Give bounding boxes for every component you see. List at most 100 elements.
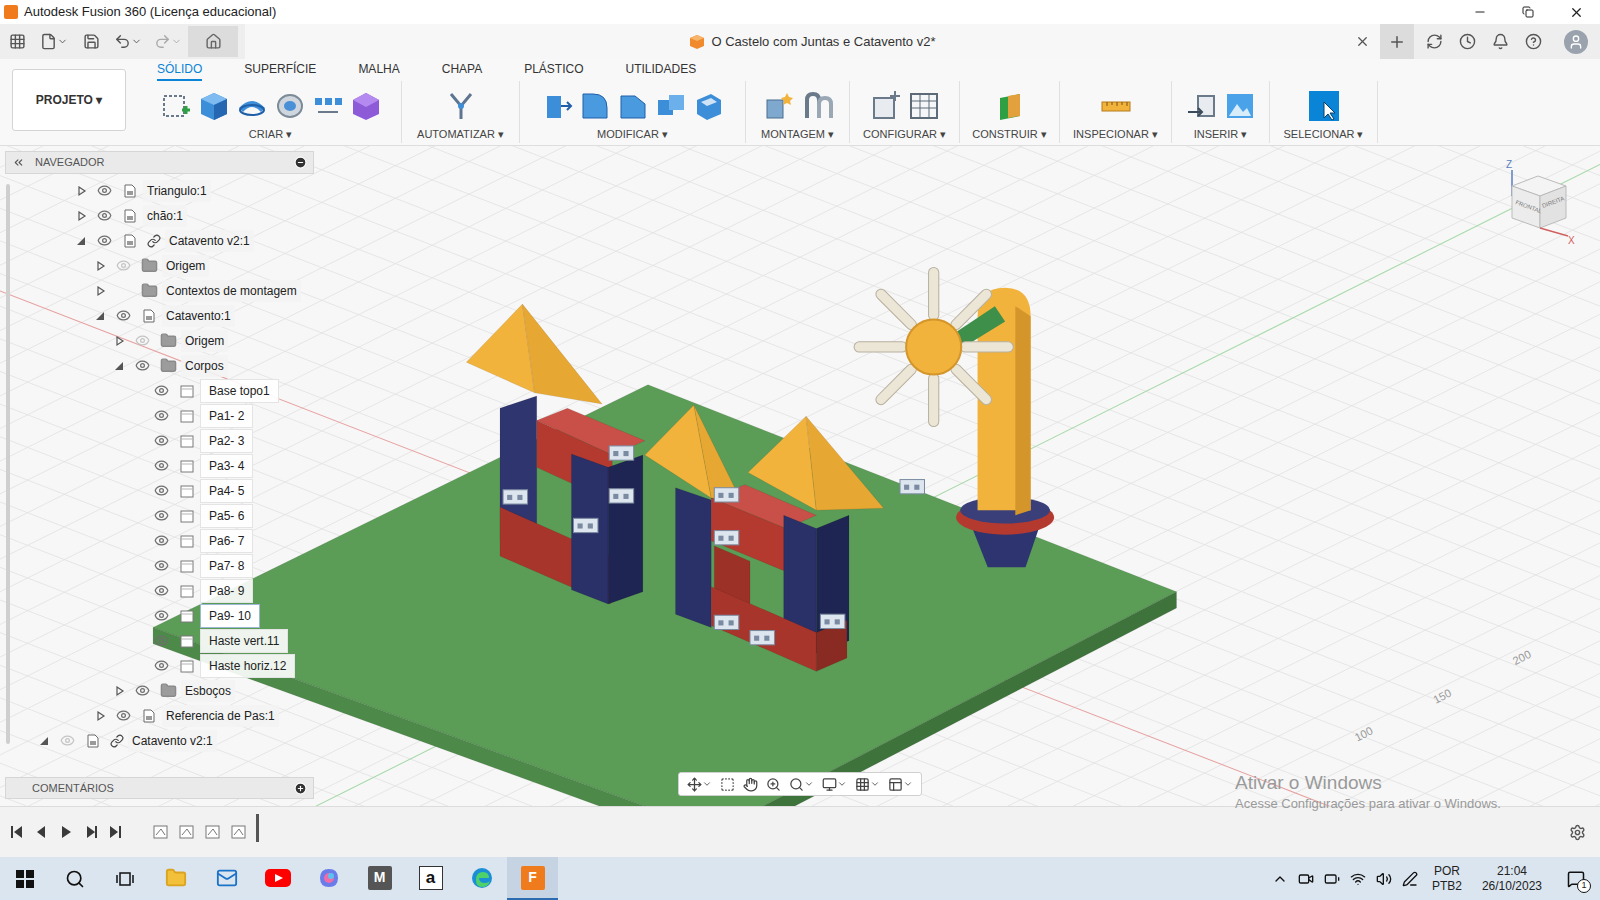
visible-eye-icon[interactable] (97, 233, 112, 248)
table-icon[interactable] (908, 90, 940, 122)
taskbar-app[interactable] (150, 857, 201, 900)
tree-item[interactable]: Pa1- 2 (5, 403, 314, 428)
ribbon-group-label[interactable]: MODIFICAR ▾ (597, 125, 668, 143)
tree-item[interactable]: Haste vert.11 (5, 628, 314, 653)
tree-item[interactable]: Pa5- 6 (5, 503, 314, 528)
timeline-feature-icon[interactable] (204, 823, 222, 841)
tree-item[interactable]: Base topo1 (5, 378, 314, 403)
visible-eye-icon[interactable] (97, 183, 112, 198)
visible-eye-icon[interactable] (135, 358, 150, 373)
taskbar-app[interactable] (456, 857, 507, 900)
visible-eye-icon[interactable] (154, 558, 169, 573)
youtube-icon[interactable] (265, 868, 291, 888)
select-icon[interactable] (1308, 90, 1340, 122)
close-tab-icon[interactable] (1355, 34, 1370, 49)
hidden-eye-icon[interactable] (60, 733, 75, 748)
job-status-icon[interactable] (1459, 33, 1476, 50)
ribbon-tab[interactable]: CHAPA (442, 60, 482, 81)
document-tab[interactable]: O Castelo com Juntas e Catavento v2* (245, 24, 1380, 59)
tree-item[interactable]: Haste horiz.12 (5, 653, 314, 678)
newcomp-icon[interactable] (763, 90, 795, 122)
tree-item[interactable]: Origem (5, 328, 314, 353)
ribbon-tab[interactable]: SUPERFÍCIE (244, 60, 316, 81)
home-button[interactable] (188, 26, 238, 57)
viewports-icon[interactable] (888, 777, 903, 792)
battery-icon[interactable] (1324, 871, 1340, 887)
params-icon[interactable] (870, 90, 902, 122)
file-menu-button[interactable] (34, 33, 74, 50)
revolve-icon[interactable] (236, 90, 268, 122)
plane-icon[interactable] (994, 90, 1026, 122)
tree-item[interactable]: Pa6- 7 (5, 528, 314, 553)
help-icon[interactable] (1525, 33, 1542, 50)
ribbon-group-label[interactable]: AUTOMATIZAR ▾ (417, 125, 504, 143)
search-button[interactable] (50, 857, 100, 900)
taskbar-app[interactable] (303, 857, 354, 900)
image-icon[interactable] (1224, 90, 1256, 122)
pen-icon[interactable] (1402, 871, 1418, 887)
timeline-feature-icon[interactable] (152, 823, 170, 841)
joint-icon[interactable] (801, 90, 833, 122)
collapsed-arrow-icon[interactable] (92, 260, 110, 272)
wifi-icon[interactable] (1350, 871, 1366, 887)
automate-icon[interactable] (445, 90, 477, 122)
task-view-button[interactable] (100, 857, 150, 900)
expanded-arrow-icon[interactable] (73, 235, 91, 247)
taskbar-app[interactable]: a (405, 857, 456, 900)
collapsed-arrow-icon[interactable] (111, 685, 129, 697)
collapsed-arrow-icon[interactable] (92, 710, 110, 722)
show-hidden-icons-icon[interactable] (1272, 871, 1288, 887)
visible-eye-icon[interactable] (154, 408, 169, 423)
sync-icon[interactable] (1426, 33, 1443, 50)
tree-item[interactable]: Referencia de Pas:1 (5, 703, 314, 728)
ribbon-group-label[interactable]: INSPECIONAR ▾ (1073, 125, 1158, 143)
timeline-settings-icon[interactable] (1569, 824, 1586, 841)
ribbon-tab[interactable]: PLÁSTICO (524, 60, 583, 81)
amazon-app-icon[interactable]: a (419, 866, 443, 890)
go-to-start-icon[interactable] (8, 824, 24, 840)
look-at-icon[interactable] (720, 777, 735, 792)
new-tab-button[interactable] (1380, 24, 1414, 59)
tree-item[interactable]: Pa8- 9 (5, 578, 314, 603)
collapsed-arrow-icon[interactable] (73, 185, 91, 197)
visible-eye-icon[interactable] (154, 483, 169, 498)
save-button[interactable] (74, 33, 108, 50)
tree-item[interactable]: Triangulo:1 (5, 178, 314, 203)
ribbon-tab[interactable]: MALHA (358, 60, 399, 81)
ribbon-tab[interactable]: SÓLIDO (157, 60, 202, 81)
collapse-panel-icon[interactable] (12, 156, 25, 169)
pan-icon[interactable] (743, 777, 758, 792)
tree-item[interactable]: Esboços (5, 678, 314, 703)
orbit-icon[interactable] (687, 777, 702, 792)
add-comment-icon[interactable] (294, 782, 307, 795)
measure-icon[interactable] (1100, 90, 1132, 122)
tree-item[interactable]: Catavento v2:1 (5, 728, 314, 753)
collapsed-arrow-icon[interactable] (111, 335, 129, 347)
ribbon-group-label[interactable]: INSERIR ▾ (1194, 125, 1248, 143)
chamfer-icon[interactable] (617, 90, 649, 122)
meet-icon[interactable] (1298, 871, 1314, 887)
hidden-eye-icon[interactable] (116, 258, 131, 273)
taskbar-app[interactable]: M (354, 857, 405, 900)
hole-icon[interactable] (274, 90, 306, 122)
visible-eye-icon[interactable] (154, 508, 169, 523)
insert-icon[interactable] (1186, 90, 1218, 122)
app-icon[interactable]: M (368, 866, 392, 890)
collapsed-arrow-icon[interactable] (73, 210, 91, 222)
expanded-arrow-icon[interactable] (36, 735, 54, 747)
input-language[interactable]: PORPTB2 (1428, 864, 1466, 894)
visible-eye-icon[interactable] (116, 708, 131, 723)
taskbar-app[interactable]: F (507, 857, 558, 900)
visible-eye-icon[interactable] (97, 208, 112, 223)
expanded-arrow-icon[interactable] (92, 310, 110, 322)
ribbon-group-label[interactable]: CONFIGURAR ▾ (863, 125, 946, 143)
ribbon-group-label[interactable]: CRIAR ▾ (249, 125, 292, 143)
tree-item[interactable]: Catavento:1 (5, 303, 314, 328)
zoom-icon[interactable] (766, 777, 781, 792)
visible-eye-icon[interactable] (116, 308, 131, 323)
form-icon[interactable] (350, 90, 382, 122)
file-explorer-icon[interactable] (165, 867, 187, 889)
combine-icon[interactable] (655, 90, 687, 122)
copilot-icon[interactable] (318, 867, 340, 889)
visible-eye-icon[interactable] (154, 658, 169, 673)
